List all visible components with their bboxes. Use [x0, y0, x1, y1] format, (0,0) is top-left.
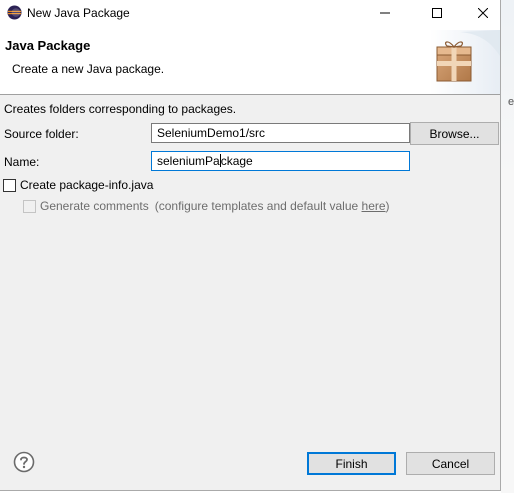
cancel-button[interactable]: Cancel — [406, 452, 495, 475]
info-text: Creates folders corresponding to package… — [4, 102, 237, 116]
close-button[interactable] — [460, 0, 506, 26]
create-package-info-row[interactable]: Create package-info.java — [3, 178, 153, 192]
name-value-before-caret: seleniumPa — [157, 154, 220, 168]
background-text-fragment: er — [508, 96, 514, 108]
hint-prefix: (configure templates and default value — [154, 199, 362, 213]
configure-templates-link[interactable]: here — [362, 199, 386, 213]
create-package-info-label: Create package-info.java — [20, 178, 154, 192]
title-bar[interactable]: New Java Package — [0, 0, 500, 26]
source-folder-value: SeleniumDemo1/src — [157, 126, 266, 140]
browse-button-label: Browse... — [429, 126, 480, 141]
name-label: Name: — [4, 155, 40, 169]
finish-button-label: Finish — [335, 456, 368, 471]
name-value-after-caret: ckage — [220, 154, 253, 168]
browse-button[interactable]: Browse... — [410, 122, 499, 145]
wizard-header: Java Package Create a new Java package. — [0, 26, 500, 95]
generate-comments-label: Generate comments — [40, 199, 149, 213]
cancel-button-label: Cancel — [431, 456, 470, 471]
create-package-info-checkbox[interactable] — [3, 178, 16, 192]
maximize-icon — [432, 8, 442, 18]
hint-suffix: ) — [385, 199, 390, 213]
name-input[interactable]: seleniumPackage — [151, 151, 410, 171]
generate-comments-hint: (configure templates and default value h… — [155, 199, 390, 213]
close-icon — [478, 8, 488, 18]
background-banner — [501, 0, 514, 175]
background-window: er — [501, 0, 514, 493]
eclipse-icon — [7, 5, 22, 20]
minimize-button[interactable] — [362, 0, 408, 26]
wizard-title: Java Package — [5, 38, 91, 53]
minimize-icon — [380, 12, 390, 14]
finish-button[interactable]: Finish — [307, 452, 396, 475]
wizard-description: Create a new Java package. — [12, 62, 165, 76]
help-icon[interactable] — [13, 451, 35, 473]
generate-comments-row[interactable]: Generate comments (configure templates a… — [23, 199, 390, 213]
source-folder-label: Source folder: — [4, 127, 79, 141]
source-folder-input[interactable]: SeleniumDemo1/src — [151, 123, 410, 143]
new-java-package-dialog: New Java Package Java Package Create a n… — [0, 0, 501, 491]
generate-comments-checkbox[interactable] — [23, 199, 36, 213]
package-icon — [430, 30, 500, 94]
maximize-button[interactable] — [414, 0, 460, 26]
window-title: New Java Package — [27, 6, 130, 20]
